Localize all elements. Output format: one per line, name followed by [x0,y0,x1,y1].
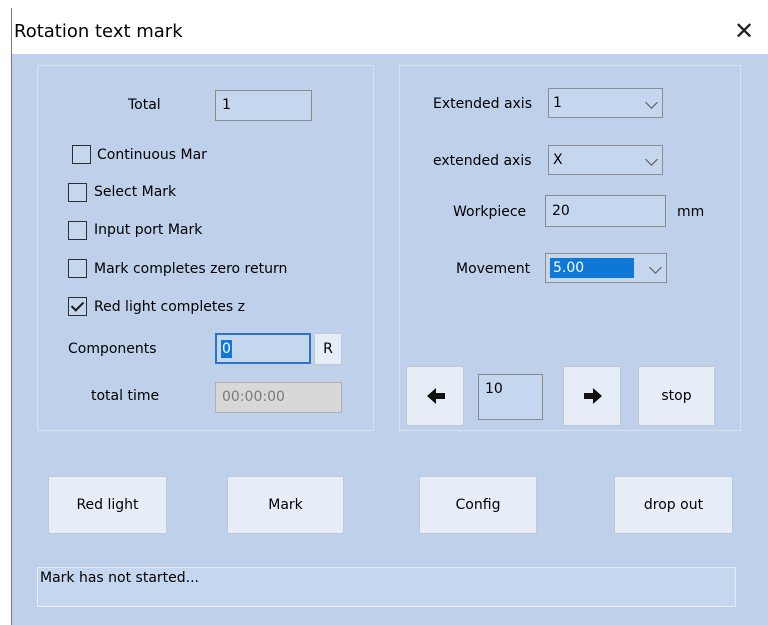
continuous-mark-checkbox[interactable] [72,145,91,164]
extended-axis-type-select[interactable]: X [548,145,663,175]
jog-step-input[interactable]: 10 [478,374,543,420]
red-light-zero-checkbox[interactable] [68,297,87,316]
close-icon[interactable]: ✕ [732,18,756,44]
workpiece-input[interactable]: 20 [545,195,666,227]
components-value: 0 [221,340,232,358]
arrow-right-icon [584,388,602,404]
total-time-field: 00:00:00 [215,382,342,413]
components-label: Components [68,341,157,357]
components-input[interactable]: 0 [215,333,311,364]
workpiece-label: Workpiece [453,204,527,220]
status-box: Mark has not started... [37,567,736,607]
total-input[interactable]: 1 [215,90,312,121]
movement-value: 5.00 [550,258,634,278]
input-port-mark-label: Input port Mark [94,222,203,238]
mark-button[interactable]: Mark [227,476,344,534]
mark-settings-group [37,65,374,431]
extended-axis-type-value: X [553,152,563,168]
continuous-mark-label: Continuous Mar [97,147,207,163]
movement-label: Movement [456,261,531,277]
total-time-label: total time [91,388,160,404]
dialog-title: Rotation text mark [14,21,183,42]
status-text: Mark has not started... [40,570,200,586]
extended-axis-number-label: Extended axis [433,96,532,112]
extended-axis-number-select[interactable]: 1 [548,88,663,118]
chevron-down-icon [645,96,658,109]
movement-select[interactable]: 5.00 [545,253,667,283]
input-port-mark-checkbox[interactable] [68,221,87,240]
jog-right-button[interactable] [563,366,621,426]
red-light-button[interactable]: Red light [48,476,167,534]
extended-axis-type-label: extended axis [433,153,532,169]
drop-out-button[interactable]: drop out [614,476,733,534]
config-button[interactable]: Config [419,476,537,534]
zero-return-checkbox[interactable] [68,259,87,278]
zero-return-label: Mark completes zero return [94,261,288,277]
stop-button[interactable]: stop [638,366,715,426]
total-label: Total [128,97,161,113]
select-mark-checkbox[interactable] [68,183,87,202]
arrow-left-icon [427,388,445,404]
extended-axis-number-value: 1 [553,95,562,111]
jog-left-button[interactable] [406,366,464,426]
red-light-zero-label: Red light completes z [94,299,246,315]
chevron-down-icon [649,261,662,274]
select-mark-label: Select Mark [94,184,177,200]
reset-components-button[interactable]: R [314,333,342,365]
chevron-down-icon [645,153,658,166]
workpiece-unit: mm [677,204,705,220]
